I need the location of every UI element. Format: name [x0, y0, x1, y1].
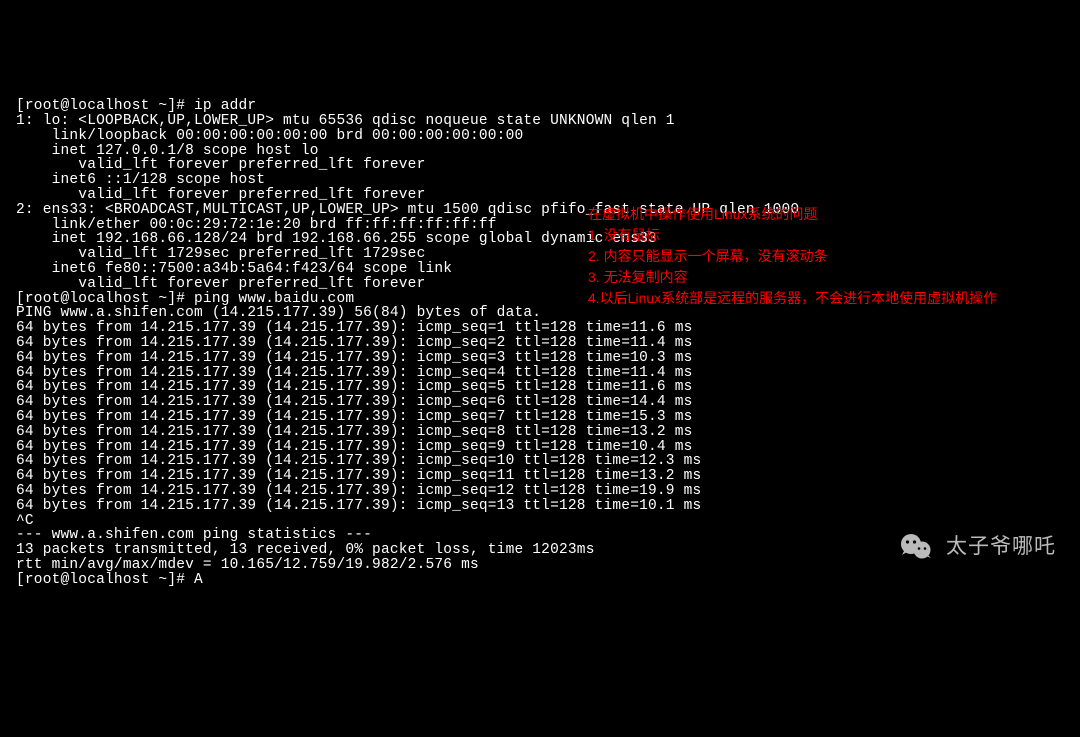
wechat-icon: [898, 529, 934, 565]
watermark: 太子爷哪吒: [898, 529, 1056, 565]
annotation-title: 在虚拟机中操作使用Linux系统的问题: [588, 204, 997, 225]
annotation-item: 3. 无法复制内容: [588, 267, 997, 288]
annotation-item: 4.以后Linux系统部是远程的服务器，不会进行本地使用虚拟机操作: [588, 288, 997, 309]
watermark-text: 太子爷哪吒: [946, 540, 1056, 555]
terminal-output[interactable]: [root@localhost ~]# ip addr 1: lo: <LOOP…: [0, 59, 1080, 603]
annotation-item: 2. 内容只能显示一个屏幕，没有滚动条: [588, 246, 997, 267]
annotation-item: 1. 没有鼠标: [588, 225, 997, 246]
annotation-overlay: 在虚拟机中操作使用Linux系统的问题 1. 没有鼠标 2. 内容只能显示一个屏…: [588, 204, 997, 309]
